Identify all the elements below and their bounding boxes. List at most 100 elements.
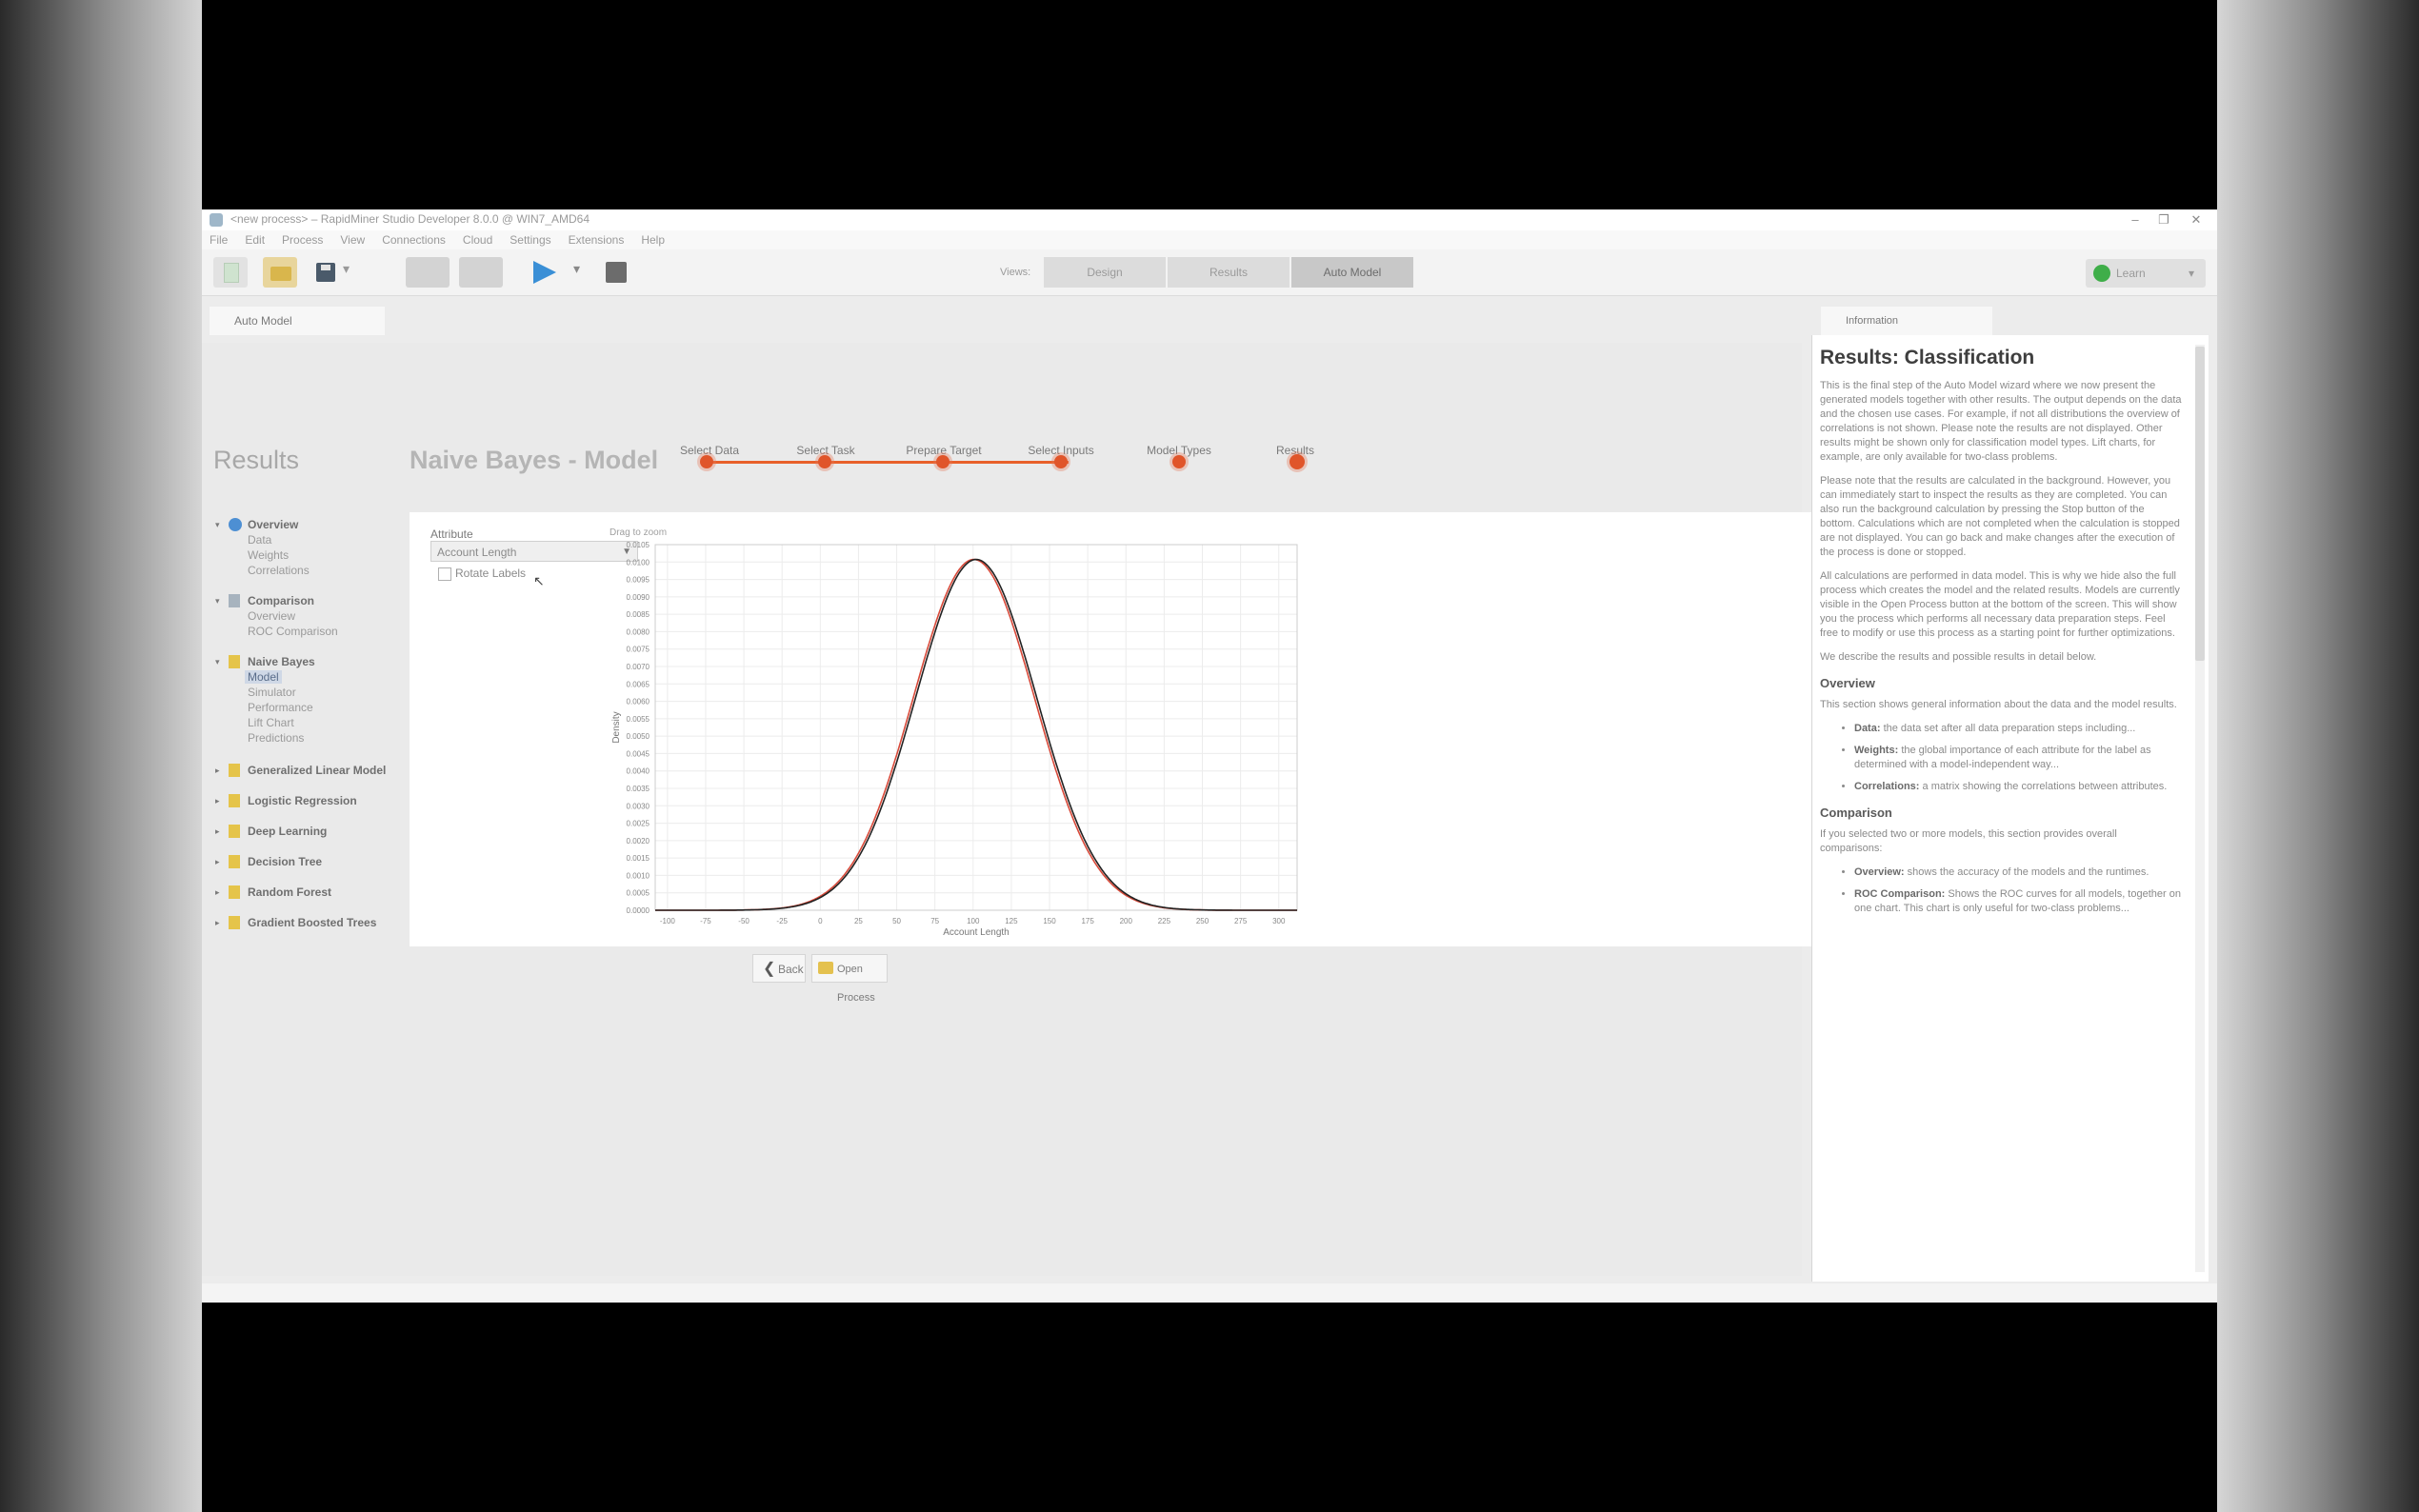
menu-extensions[interactable]: Extensions bbox=[561, 230, 634, 249]
nav-comparison[interactable]: Comparison bbox=[248, 594, 314, 607]
view-design-button[interactable]: Design bbox=[1044, 257, 1166, 288]
view-auto-model-button[interactable]: Auto Model bbox=[1291, 257, 1413, 288]
collapse-arrow-icon[interactable]: ▾ bbox=[215, 520, 220, 530]
nav-decision-tree[interactable]: Decision Tree bbox=[248, 855, 322, 868]
y-tick-label: 0.0055 bbox=[627, 715, 650, 724]
nav-deep-learning[interactable]: Deep Learning bbox=[248, 825, 327, 838]
y-tick-label: 0.0010 bbox=[627, 871, 650, 880]
step-dot-prepare-target[interactable] bbox=[936, 455, 950, 468]
y-tick-label: 0.0065 bbox=[627, 680, 650, 688]
redo-icon[interactable] bbox=[459, 257, 503, 288]
x-axis-label: Account Length bbox=[943, 927, 1010, 938]
menu-process[interactable]: Process bbox=[274, 230, 332, 249]
menu-settings[interactable]: Settings bbox=[502, 230, 560, 249]
y-axis-label: Density bbox=[611, 711, 622, 743]
new-process-icon[interactable] bbox=[213, 257, 248, 288]
back-button-label: Back bbox=[778, 963, 804, 976]
menu-cloud[interactable]: Cloud bbox=[455, 230, 502, 249]
collapse-arrow-icon[interactable]: ▾ bbox=[215, 596, 220, 607]
tab-auto-model[interactable]: Auto Model bbox=[210, 307, 385, 335]
collapse-arrow-icon[interactable]: ▾ bbox=[215, 657, 220, 667]
info-comparison-list: Overview: shows the accuracy of the mode… bbox=[1820, 865, 2182, 916]
nav-comparison-overview[interactable]: Overview bbox=[248, 609, 295, 623]
info-scrollbar-thumb[interactable] bbox=[2195, 347, 2205, 661]
nav-simulator[interactable]: Simulator bbox=[248, 686, 296, 699]
nav-predictions[interactable]: Predictions bbox=[248, 731, 304, 745]
close-button[interactable]: ✕ bbox=[2177, 211, 2215, 229]
menu-connections[interactable]: Connections bbox=[374, 230, 455, 249]
density-chart-svg[interactable]: 0.0000 0.0005 0.0010 0.0015 0.0020 0.0025 0.00… bbox=[610, 537, 1305, 941]
learn-label: Learn bbox=[2116, 267, 2146, 280]
y-tick-label: 0.0015 bbox=[627, 854, 650, 863]
step-dot-select-data[interactable] bbox=[700, 455, 713, 468]
nav-roc-comparison[interactable]: ROC Comparison bbox=[248, 625, 338, 638]
tab-information[interactable]: Information bbox=[1821, 307, 1992, 335]
list-item: Correlations: a matrix showing the corre… bbox=[1854, 780, 2182, 794]
y-tick-label: 0.0045 bbox=[627, 749, 650, 758]
status-bar bbox=[202, 1283, 2217, 1303]
menu-file[interactable]: File bbox=[202, 230, 237, 249]
attribute-select[interactable]: Account Length ▼ bbox=[430, 541, 638, 562]
info-overview-text: This section shows general information a… bbox=[1820, 699, 2177, 710]
open-process-button[interactable]: Open Process bbox=[811, 954, 888, 1004]
y-tick-label: 0.0105 bbox=[627, 541, 650, 549]
folder-icon bbox=[818, 962, 833, 974]
model-bulb-icon bbox=[229, 885, 240, 899]
menu-help[interactable]: Help bbox=[633, 230, 674, 249]
view-results-button[interactable]: Results bbox=[1168, 257, 1289, 288]
x-tick-label: 0 bbox=[818, 917, 823, 925]
back-button[interactable]: ❮ Back bbox=[752, 954, 806, 983]
wizard-progress-line bbox=[707, 461, 1069, 464]
step-dot-results[interactable] bbox=[1289, 454, 1305, 469]
run-process-icon[interactable] bbox=[528, 257, 558, 288]
info-paragraph: We describe the results and possible res… bbox=[1820, 651, 2097, 663]
open-folder-icon[interactable] bbox=[263, 257, 297, 288]
model-bulb-icon bbox=[229, 825, 240, 838]
learn-button[interactable]: Learn ▾ bbox=[2086, 259, 2206, 288]
chevron-down-icon: ▾ bbox=[2189, 267, 2195, 280]
y-tick-label: 0.0030 bbox=[627, 802, 650, 810]
rotate-labels-checkbox[interactable] bbox=[438, 567, 451, 581]
nav-overview[interactable]: Overview bbox=[248, 518, 298, 531]
save-icon[interactable] bbox=[312, 257, 339, 288]
expand-arrow-icon[interactable]: ▸ bbox=[215, 796, 220, 806]
nav-gradient-boosted-trees[interactable]: Gradient Boosted Trees bbox=[248, 916, 376, 929]
nav-correlations[interactable]: Correlations bbox=[248, 564, 310, 577]
expand-arrow-icon[interactable]: ▸ bbox=[215, 766, 220, 776]
x-tick-label: -75 bbox=[700, 917, 711, 925]
nav-random-forest[interactable]: Random Forest bbox=[248, 885, 331, 899]
y-tick-label: 0.0095 bbox=[627, 576, 650, 585]
density-chart[interactable]: 0.0000 0.0005 0.0010 0.0015 0.0020 0.0025 0.00… bbox=[610, 537, 1305, 941]
results-heading: Results bbox=[213, 446, 300, 474]
nav-model[interactable]: Model bbox=[245, 670, 282, 684]
nav-performance[interactable]: Performance bbox=[248, 701, 313, 714]
expand-arrow-icon[interactable]: ▸ bbox=[215, 918, 220, 928]
expand-arrow-icon[interactable]: ▸ bbox=[215, 857, 220, 867]
expand-arrow-icon[interactable]: ▸ bbox=[215, 826, 220, 837]
stop-process-icon[interactable] bbox=[600, 257, 632, 288]
nav-logistic-regression[interactable]: Logistic Regression bbox=[248, 794, 357, 807]
model-bulb-icon bbox=[229, 855, 240, 868]
nav-weights[interactable]: Weights bbox=[248, 548, 289, 562]
menu-edit[interactable]: Edit bbox=[237, 230, 274, 249]
menu-view[interactable]: View bbox=[332, 230, 374, 249]
expand-arrow-icon[interactable]: ▸ bbox=[215, 887, 220, 898]
comparison-icon bbox=[229, 594, 240, 607]
nav-naive-bayes[interactable]: Naive Bayes bbox=[248, 655, 315, 668]
step-dot-select-inputs[interactable] bbox=[1054, 455, 1068, 468]
nav-lift-chart[interactable]: Lift Chart bbox=[248, 716, 294, 729]
list-item: Data: the data set after all data prepar… bbox=[1854, 722, 2182, 736]
step-dot-select-task[interactable] bbox=[818, 455, 831, 468]
undo-icon[interactable] bbox=[406, 257, 450, 288]
x-tick-label: 75 bbox=[930, 917, 939, 925]
nav-generalized-linear-model[interactable]: Generalized Linear Model bbox=[248, 764, 386, 777]
run-dropdown-icon[interactable]: ▾ bbox=[573, 261, 580, 277]
step-dot-model-types[interactable] bbox=[1172, 455, 1186, 468]
toolbar: ▾ ▾ Views: Design Results Auto Model Lea… bbox=[202, 249, 2217, 296]
info-paragraph: This is the final step of the Auto Model… bbox=[1820, 380, 2182, 463]
nav-data[interactable]: Data bbox=[248, 533, 271, 547]
list-item: Weights: the global importance of each a… bbox=[1854, 744, 2182, 772]
info-paragraph: Please note that the results are calcula… bbox=[1820, 475, 2180, 558]
save-dropdown-icon[interactable]: ▾ bbox=[343, 261, 350, 277]
information-panel: Results: Classification This is the fina… bbox=[1811, 335, 2209, 1282]
